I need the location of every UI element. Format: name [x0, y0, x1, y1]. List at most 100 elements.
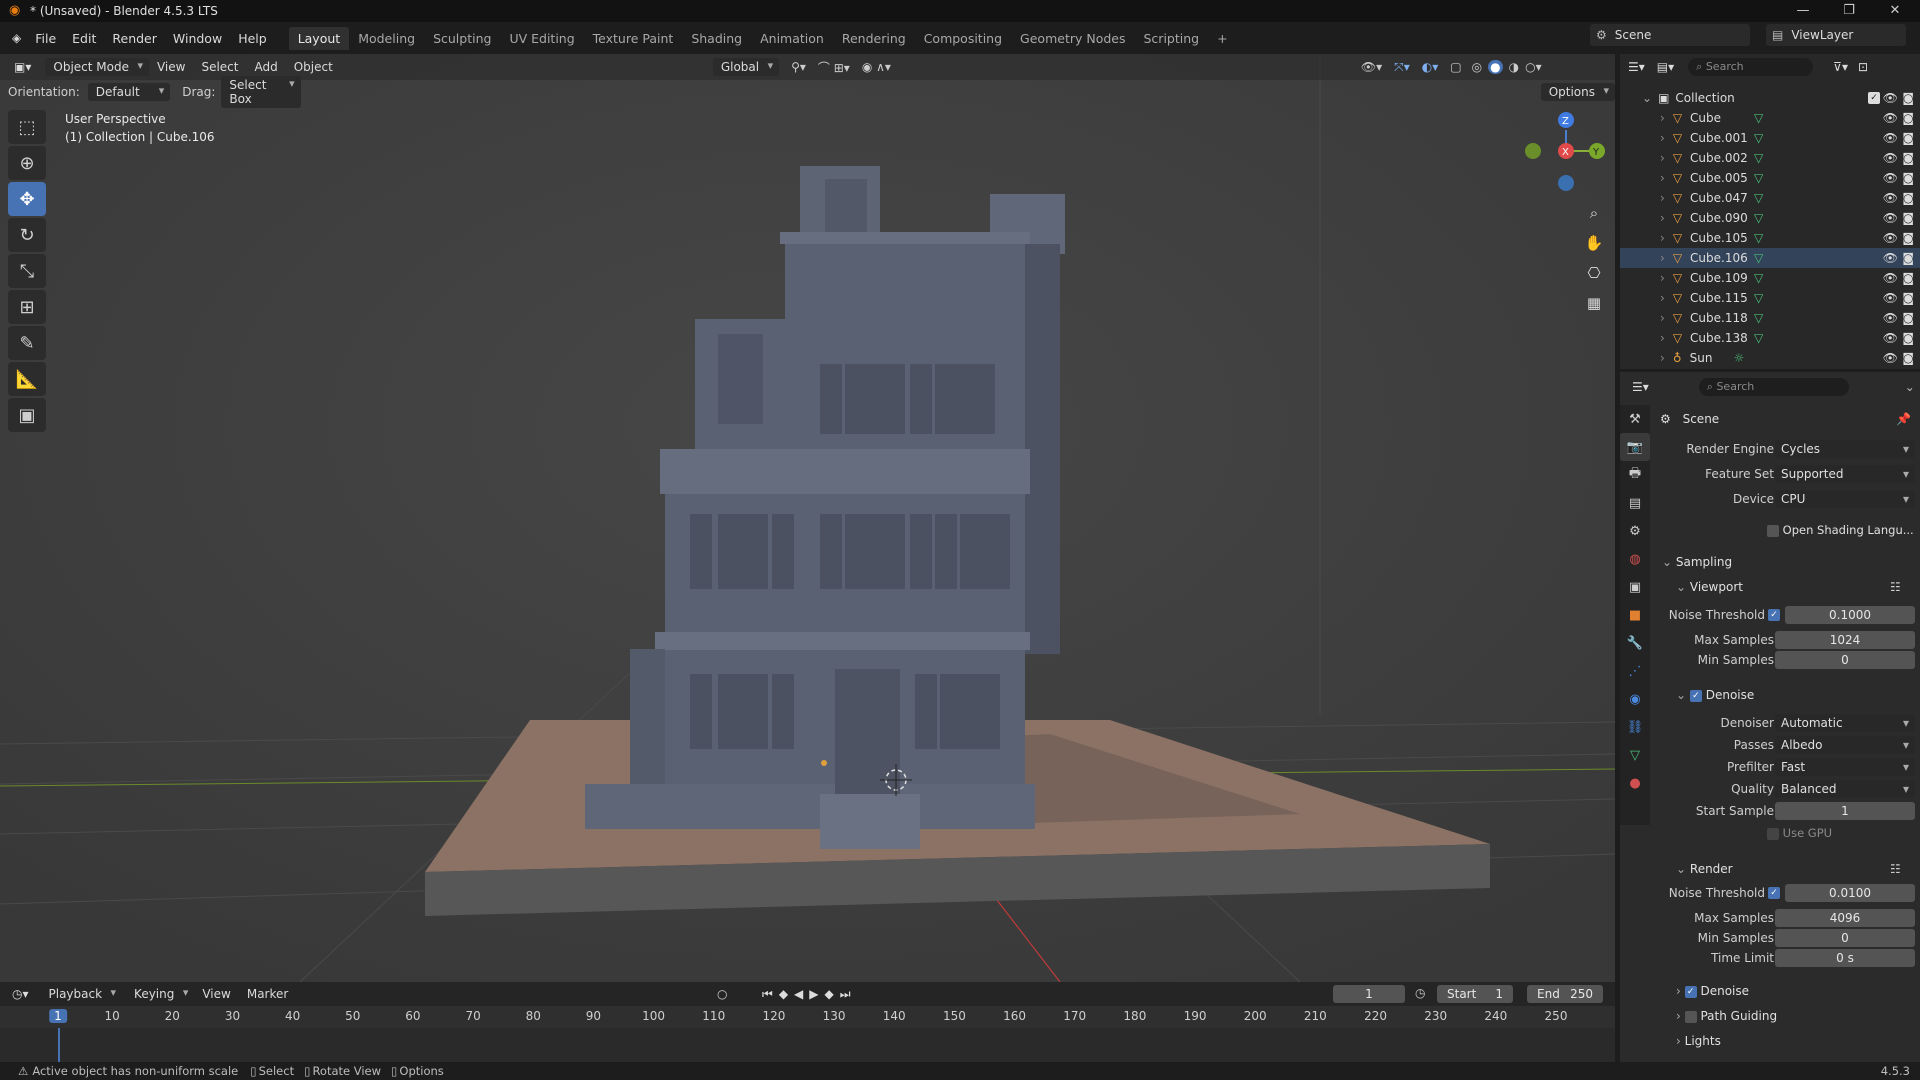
outliner-search-field[interactable]: ⌕ Search	[1688, 58, 1814, 76]
mesh-data-icon[interactable]: ▽	[1754, 131, 1763, 145]
expand-icon[interactable]: ›	[1660, 111, 1665, 125]
path-guiding-checkbox[interactable]	[1684, 1010, 1697, 1023]
snap-icon[interactable]: ⌒ ⊞▾	[818, 59, 850, 76]
expand-icon[interactable]: ›	[1660, 271, 1665, 285]
scale-tool-icon[interactable]: ⤡	[8, 254, 46, 288]
select-box-tool-icon[interactable]: ⬚	[8, 110, 46, 144]
scene-selector[interactable]: ⚙ Scene	[1590, 24, 1750, 46]
rotate-tool-icon[interactable]: ↻	[8, 218, 46, 252]
auto-keying-icon[interactable]: ○	[717, 987, 727, 1001]
menu-window[interactable]: Window	[165, 31, 230, 46]
zoom-icon[interactable]: ⌕	[1582, 198, 1606, 228]
add-cube-tool-icon[interactable]: ▣	[8, 398, 46, 432]
vp-noise-threshold-checkbox[interactable]: ✓	[1768, 609, 1780, 621]
outliner-item[interactable]: › ▽ Cube.118 ▽ 👁 ◙	[1620, 308, 1920, 328]
outliner-item[interactable]: › ▽ Cube.109 ▽ 👁 ◙	[1620, 268, 1920, 288]
expand-icon[interactable]: ›	[1660, 131, 1665, 145]
tab-layout[interactable]: Layout	[288, 26, 350, 50]
camera-view-icon[interactable]: ⎔	[1582, 258, 1606, 288]
outliner-editor-icon[interactable]: ☰▾	[1628, 60, 1645, 74]
orientation-dropdown[interactable]: Default	[87, 83, 171, 101]
tab-animation[interactable]: Animation	[751, 27, 833, 50]
passes-dropdown[interactable]: Albedo	[1775, 736, 1915, 754]
outliner-item[interactable]: › ▽ Cube ▽ 👁 ◙	[1620, 108, 1920, 128]
mesh-data-icon[interactable]: ▽	[1754, 291, 1763, 305]
expand-icon[interactable]: ›	[1660, 191, 1665, 205]
menu-help[interactable]: Help	[230, 31, 275, 46]
view-layer-tab-icon[interactable]: ▤	[1620, 489, 1650, 517]
render-tab-icon[interactable]: 📷	[1620, 433, 1650, 461]
editor-type-icon[interactable]: ▣▾	[14, 60, 31, 74]
visibility-eye-icon[interactable]: 👁	[1883, 271, 1898, 285]
render-engine-dropdown[interactable]: Cycles	[1775, 440, 1915, 458]
expand-icon[interactable]: ›	[1660, 311, 1665, 325]
use-gpu-checkbox[interactable]	[1767, 827, 1779, 840]
vp-max-samples-field[interactable]: 1024	[1775, 631, 1915, 649]
pan-hand-icon[interactable]: ✋	[1582, 228, 1606, 258]
visibility-eye-icon[interactable]: 👁	[1883, 231, 1898, 245]
render-camera-icon[interactable]: ◙	[1902, 311, 1914, 325]
minimize-button[interactable]: —	[1780, 0, 1826, 22]
tab-geometry-nodes[interactable]: Geometry Nodes	[1011, 27, 1134, 50]
expand-icon[interactable]: ›	[1660, 291, 1665, 305]
menu-file[interactable]: File	[27, 31, 64, 46]
outliner-item[interactable]: › ▽ Cube.090 ▽ 👁 ◙	[1620, 208, 1920, 228]
drag-dropdown[interactable]: Select Box	[221, 76, 301, 108]
viewport-subpanel-header[interactable]: ⌄ Viewport	[1676, 580, 1743, 594]
tab-modeling[interactable]: Modeling	[349, 27, 424, 50]
tab-scripting[interactable]: Scripting	[1135, 27, 1209, 50]
timeline-view-menu[interactable]: View	[194, 987, 238, 1001]
visibility-eye-icon[interactable]: 👁	[1883, 131, 1898, 145]
time-limit-field[interactable]: 0 s	[1775, 949, 1915, 967]
pivot-icon[interactable]: ⚲▾	[791, 60, 806, 74]
outliner-item[interactable]: › ♁ Sun ☼ 👁 ◙	[1620, 348, 1920, 368]
tab-sculpting[interactable]: Sculpting	[424, 27, 500, 50]
menu-render[interactable]: Render	[104, 31, 165, 46]
mesh-data-icon[interactable]: ▽	[1754, 331, 1763, 345]
maximize-button[interactable]: ❐	[1826, 0, 1872, 22]
cursor-tool-icon[interactable]: ⊕	[8, 146, 46, 180]
visibility-eye-icon[interactable]: 👁	[1883, 191, 1898, 205]
object-tab-icon[interactable]: ■	[1620, 601, 1650, 629]
vp-min-samples-field[interactable]: 0	[1775, 651, 1915, 669]
collection-row[interactable]: ⌄ ▣ Collection ✓ 👁 ◙	[1620, 88, 1920, 108]
mesh-data-icon[interactable]: ▽	[1754, 211, 1763, 225]
blender-menu-icon[interactable]: ◈	[12, 31, 21, 45]
render-camera-icon[interactable]: ◙	[1902, 131, 1914, 145]
expand-icon[interactable]: ›	[1660, 171, 1665, 185]
outliner-item[interactable]: › ▽ Cube.001 ▽ 👁 ◙	[1620, 128, 1920, 148]
render-subpanel-header[interactable]: ⌄ Render	[1676, 862, 1733, 876]
options-dropdown[interactable]: Options	[1540, 83, 1615, 101]
render-camera-icon[interactable]: ◙	[1902, 251, 1914, 265]
use-gpu-row[interactable]: Use GPU	[1767, 826, 1832, 840]
quality-dropdown[interactable]: Balanced	[1775, 780, 1915, 798]
mesh-data-icon[interactable]: ▽	[1754, 111, 1763, 125]
collection-checkbox[interactable]: ✓	[1868, 92, 1880, 104]
proportional-edit-icon[interactable]: ◉ ∧▾	[862, 60, 891, 74]
menu-edit[interactable]: Edit	[64, 31, 104, 46]
scene-tab-icon[interactable]: ⚙	[1620, 517, 1650, 545]
new-collection-icon[interactable]: ⊡	[1858, 60, 1868, 74]
visibility-eye-icon[interactable]: 👁	[1883, 251, 1898, 265]
expand-icon[interactable]: ›	[1660, 331, 1665, 345]
mesh-data-icon[interactable]: ▽	[1754, 251, 1763, 265]
vp-noise-threshold-field[interactable]: 0.1000	[1785, 606, 1915, 624]
path-guiding-subpanel[interactable]: › Path Guiding	[1676, 1009, 1777, 1023]
lights-subpanel[interactable]: › Lights	[1676, 1034, 1721, 1048]
render-camera-icon[interactable]: ◙	[1902, 91, 1914, 105]
render-camera-icon[interactable]: ◙	[1902, 111, 1914, 125]
render-camera-icon[interactable]: ◙	[1902, 291, 1914, 305]
prefilter-dropdown[interactable]: Fast	[1775, 758, 1915, 776]
object-mode-dropdown[interactable]: Object Mode	[45, 58, 149, 76]
current-frame-field[interactable]: 1	[1333, 985, 1405, 1003]
close-button[interactable]: ✕	[1872, 0, 1918, 22]
visibility-eye-icon[interactable]: 👁	[1883, 171, 1898, 185]
visibility-eye-icon[interactable]: 👁	[1883, 351, 1898, 365]
preview-range-icon[interactable]: ◷	[1415, 986, 1425, 1000]
frame-ruler[interactable]: 1 10 20 30 40 50 60 70 80 90 100 110 120 130 140 150 160…	[0, 1006, 1615, 1028]
output-tab-icon[interactable]: 🖶	[1620, 461, 1650, 489]
tab-shading[interactable]: Shading	[682, 27, 751, 50]
visibility-eye-icon[interactable]: 👁	[1883, 151, 1898, 165]
preset-icon[interactable]: ☷	[1890, 580, 1901, 594]
mesh-data-icon[interactable]: ▽	[1754, 171, 1763, 185]
